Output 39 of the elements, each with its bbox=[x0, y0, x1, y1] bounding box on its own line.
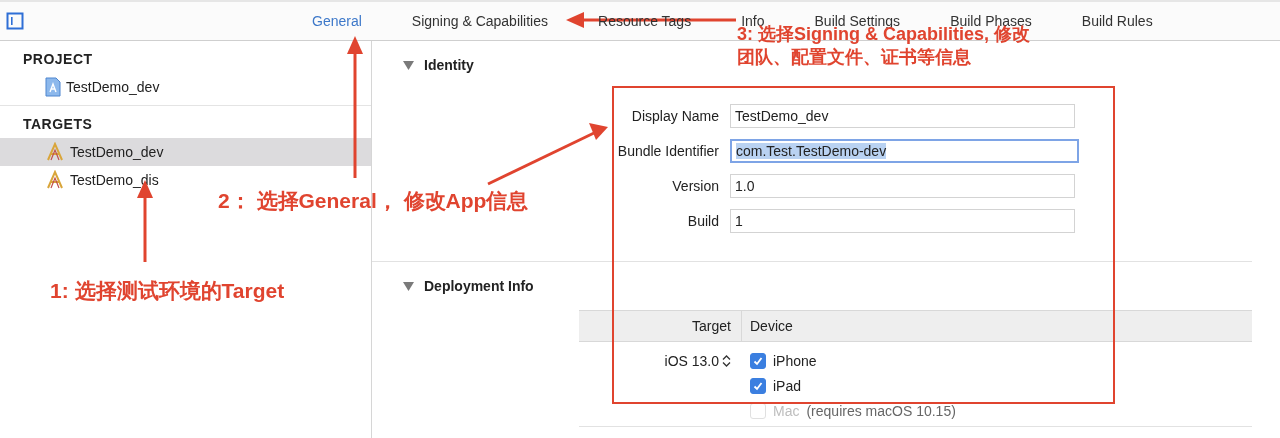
annotation-text: 1: 选择测试环境的Target bbox=[50, 278, 285, 304]
checkbox-label: iPad bbox=[773, 378, 802, 394]
sidebar-toggle-icon[interactable] bbox=[6, 12, 24, 30]
checkbox[interactable] bbox=[750, 378, 766, 394]
section-header: TARGETS bbox=[22, 115, 94, 134]
section-title: Identity bbox=[424, 57, 474, 73]
annotation-text: 团队、配置文件、证书等信息 bbox=[737, 47, 971, 67]
tab[interactable]: Resource Tags bbox=[598, 13, 692, 29]
checkmark-icon bbox=[752, 380, 764, 392]
checkbox-label: Mac bbox=[773, 403, 800, 419]
sidebar-item[interactable]: TestDemo_dev bbox=[0, 73, 371, 101]
column-header: Device bbox=[741, 311, 793, 341]
sidebar-item[interactable]: TestDemo_dev bbox=[0, 138, 371, 166]
field-label: Build bbox=[686, 213, 719, 229]
checkbox[interactable] bbox=[750, 353, 766, 369]
version-popup[interactable]: iOS 13.0 bbox=[664, 353, 731, 369]
checkmark-icon bbox=[752, 355, 764, 367]
column-header: Target bbox=[691, 318, 732, 334]
field-label: Bundle Identifier bbox=[616, 143, 719, 159]
compass-icon bbox=[45, 170, 65, 190]
input-field[interactable]: 1.0 bbox=[730, 174, 1075, 198]
disclosure-triangle[interactable] bbox=[403, 281, 414, 291]
tab[interactable]: Build Rules bbox=[1081, 13, 1153, 29]
field-label: Display Name bbox=[630, 108, 719, 124]
annotation-text: 2： 选择General， 修改App信息 bbox=[218, 188, 529, 214]
input-field[interactable]: com.Test.TestDemo-dev bbox=[730, 139, 1079, 163]
section-header: PROJECT bbox=[22, 50, 94, 69]
up-down-chevron-icon bbox=[722, 355, 731, 367]
document-icon bbox=[45, 77, 61, 97]
section-title: Deployment Info bbox=[424, 278, 534, 294]
checkbox-label: iPhone bbox=[773, 353, 817, 369]
disclosure-triangle[interactable] bbox=[403, 60, 414, 70]
compass-icon bbox=[45, 142, 65, 162]
tab[interactable]: Signing & Capabilities bbox=[411, 13, 548, 29]
checkbox-note: (requires macOS 10.15) bbox=[806, 403, 956, 419]
field-label: Version bbox=[671, 178, 719, 194]
tab[interactable]: General bbox=[312, 13, 362, 29]
input-field[interactable]: 1 bbox=[730, 209, 1075, 233]
input-field[interactable]: TestDemo_dev bbox=[730, 104, 1075, 128]
